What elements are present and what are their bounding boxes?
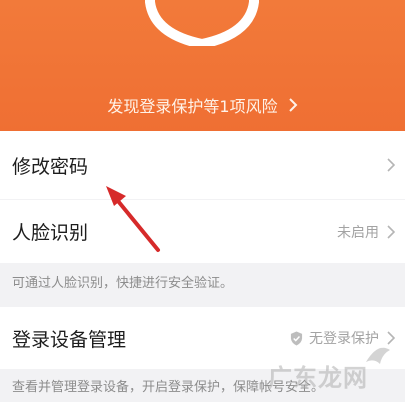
face-recognition-label: 人脸识别 xyxy=(12,222,89,244)
change-password-label: 修改密码 xyxy=(12,155,89,178)
risk-banner[interactable]: 发现登录保护等1项风险 xyxy=(0,90,405,120)
face-recognition-hint: 可通过人脸识别，快捷进行安全验证。 xyxy=(0,263,405,299)
shield-check-icon xyxy=(290,331,303,345)
watermark: 广东龙网 xyxy=(268,364,368,392)
chevron-right-icon xyxy=(387,158,395,172)
change-password-row[interactable]: 修改密码 xyxy=(0,131,405,199)
shield-icon xyxy=(145,0,259,46)
risk-banner-text: 发现登录保护等1项风险 xyxy=(107,97,278,116)
face-recognition-status: 未启用 xyxy=(337,224,379,241)
device-management-label: 登录设备管理 xyxy=(12,328,127,351)
face-recognition-hint-text: 可通过人脸识别，快捷进行安全验证。 xyxy=(12,275,234,291)
security-header: 发现登录保护等1项风险 xyxy=(0,0,405,131)
chevron-right-icon xyxy=(387,224,395,239)
chevron-right-icon xyxy=(288,98,298,112)
face-recognition-row[interactable]: 人脸识别 未启用 xyxy=(0,200,405,263)
